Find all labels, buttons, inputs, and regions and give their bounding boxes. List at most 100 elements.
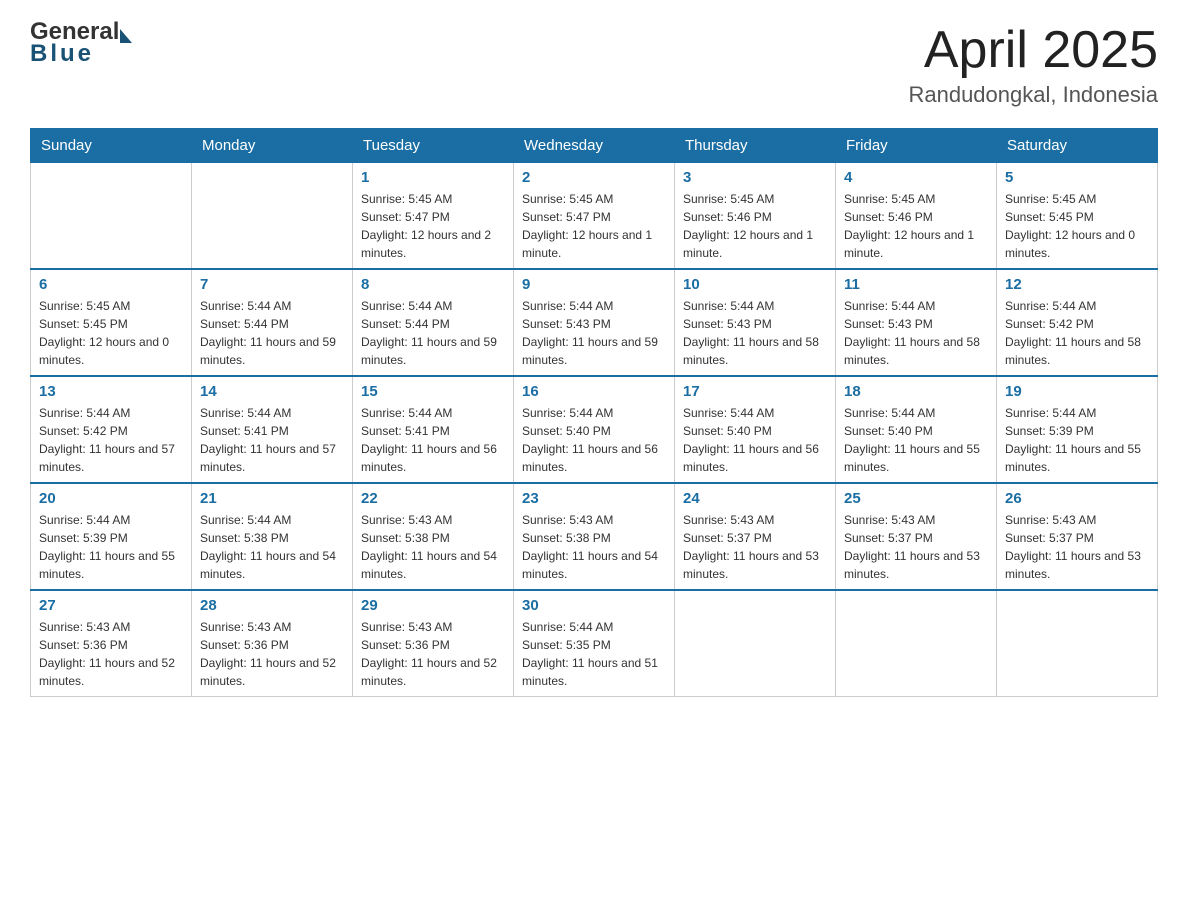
calendar-cell: 11 Sunrise: 5:44 AMSunset: 5:43 PMDayligh… [836, 269, 997, 376]
calendar-cell: 18 Sunrise: 5:44 AMSunset: 5:40 PMDayligh… [836, 376, 997, 483]
day-number: 12 [1005, 276, 1149, 293]
calendar-header-wednesday: Wednesday [514, 129, 675, 163]
day-number: 14 [200, 383, 344, 400]
day-number: 7 [200, 276, 344, 293]
day-number: 26 [1005, 490, 1149, 507]
day-info: Sunrise: 5:44 AMSunset: 5:41 PMDaylight:… [361, 404, 505, 476]
calendar-header-friday: Friday [836, 129, 997, 163]
day-number: 27 [39, 597, 183, 614]
calendar-cell: 17 Sunrise: 5:44 AMSunset: 5:40 PMDayligh… [675, 376, 836, 483]
calendar-cell: 10 Sunrise: 5:44 AMSunset: 5:43 PMDayligh… [675, 269, 836, 376]
calendar-cell: 20Sunrise: 5:44 AMSunset: 5:39 PMDayligh… [31, 483, 192, 590]
day-info: Sunrise: 5:43 AMSunset: 5:36 PMDaylight:… [39, 618, 183, 690]
day-number: 5 [1005, 169, 1149, 186]
day-info: Sunrise: 5:44 AMSunset: 5:44 PMDaylight:… [361, 297, 505, 369]
day-number: 29 [361, 597, 505, 614]
calendar-table: SundayMondayTuesdayWednesdayThursdayFrid… [30, 128, 1158, 697]
day-info: Sunrise: 5:43 AMSunset: 5:37 PMDaylight:… [683, 511, 827, 583]
title-section: April 2025 Randudongkal, Indonesia [908, 20, 1158, 108]
calendar-cell: 1 Sunrise: 5:45 AMSunset: 5:47 PMDaylight… [353, 163, 514, 270]
day-number: 9 [522, 276, 666, 293]
calendar-cell: 23Sunrise: 5:43 AMSunset: 5:38 PMDayligh… [514, 483, 675, 590]
day-number: 17 [683, 383, 827, 400]
day-info: Sunrise: 5:43 AMSunset: 5:37 PMDaylight:… [844, 511, 988, 583]
day-number: 19 [1005, 383, 1149, 400]
day-number: 2 [522, 169, 666, 186]
logo: General Blue [30, 20, 132, 66]
day-info: Sunrise: 5:44 AMSunset: 5:39 PMDaylight:… [39, 511, 183, 583]
calendar-cell: 12 Sunrise: 5:44 AMSunset: 5:42 PMDayligh… [997, 269, 1158, 376]
day-number: 21 [200, 490, 344, 507]
day-number: 6 [39, 276, 183, 293]
calendar-header-saturday: Saturday [997, 129, 1158, 163]
calendar-header-thursday: Thursday [675, 129, 836, 163]
calendar-cell: 8 Sunrise: 5:44 AMSunset: 5:44 PMDaylight… [353, 269, 514, 376]
day-info: Sunrise: 5:43 AMSunset: 5:38 PMDaylight:… [522, 511, 666, 583]
calendar-cell [836, 590, 997, 697]
day-number: 1 [361, 169, 505, 186]
day-info: Sunrise: 5:44 AMSunset: 5:43 PMDaylight:… [844, 297, 988, 369]
calendar-cell: 28 Sunrise: 5:43 AMSunset: 5:36 PMDayligh… [192, 590, 353, 697]
calendar-cell: 14Sunrise: 5:44 AMSunset: 5:41 PMDayligh… [192, 376, 353, 483]
day-number: 4 [844, 169, 988, 186]
calendar-cell: 27 Sunrise: 5:43 AMSunset: 5:36 PMDayligh… [31, 590, 192, 697]
calendar-week-row: 1 Sunrise: 5:45 AMSunset: 5:47 PMDaylight… [31, 163, 1158, 270]
calendar-cell: 26 Sunrise: 5:43 AMSunset: 5:37 PMDayligh… [997, 483, 1158, 590]
calendar-header-tuesday: Tuesday [353, 129, 514, 163]
location-text: Randudongkal, Indonesia [908, 82, 1158, 108]
day-info: Sunrise: 5:44 AMSunset: 5:39 PMDaylight:… [1005, 404, 1149, 476]
calendar-cell [997, 590, 1158, 697]
day-number: 11 [844, 276, 988, 293]
calendar-cell [31, 163, 192, 270]
calendar-cell: 5 Sunrise: 5:45 AMSunset: 5:45 PMDaylight… [997, 163, 1158, 270]
day-number: 8 [361, 276, 505, 293]
day-info: Sunrise: 5:45 AMSunset: 5:45 PMDaylight:… [39, 297, 183, 369]
day-number: 15 [361, 383, 505, 400]
calendar-week-row: 13Sunrise: 5:44 AMSunset: 5:42 PMDayligh… [31, 376, 1158, 483]
day-info: Sunrise: 5:44 AMSunset: 5:42 PMDaylight:… [39, 404, 183, 476]
calendar-cell: 2Sunrise: 5:45 AMSunset: 5:47 PMDaylight… [514, 163, 675, 270]
day-info: Sunrise: 5:45 AMSunset: 5:45 PMDaylight:… [1005, 190, 1149, 262]
calendar-cell: 9Sunrise: 5:44 AMSunset: 5:43 PMDaylight… [514, 269, 675, 376]
day-info: Sunrise: 5:45 AMSunset: 5:46 PMDaylight:… [683, 190, 827, 262]
day-number: 3 [683, 169, 827, 186]
calendar-header-row: SundayMondayTuesdayWednesdayThursdayFrid… [31, 129, 1158, 163]
day-number: 28 [200, 597, 344, 614]
calendar-cell: 3 Sunrise: 5:45 AMSunset: 5:46 PMDaylight… [675, 163, 836, 270]
calendar-cell [192, 163, 353, 270]
logo-arrow-icon [120, 29, 132, 43]
calendar-cell: 15 Sunrise: 5:44 AMSunset: 5:41 PMDayligh… [353, 376, 514, 483]
calendar-cell: 30 Sunrise: 5:44 AMSunset: 5:35 PMDayligh… [514, 590, 675, 697]
logo-blue-text: Blue [30, 42, 94, 66]
day-info: Sunrise: 5:44 AMSunset: 5:40 PMDaylight:… [522, 404, 666, 476]
day-number: 18 [844, 383, 988, 400]
day-info: Sunrise: 5:44 AMSunset: 5:44 PMDaylight:… [200, 297, 344, 369]
calendar-cell: 7 Sunrise: 5:44 AMSunset: 5:44 PMDaylight… [192, 269, 353, 376]
day-number: 10 [683, 276, 827, 293]
day-number: 30 [522, 597, 666, 614]
day-info: Sunrise: 5:44 AMSunset: 5:38 PMDaylight:… [200, 511, 344, 583]
calendar-cell: 25 Sunrise: 5:43 AMSunset: 5:37 PMDayligh… [836, 483, 997, 590]
calendar-cell: 22 Sunrise: 5:43 AMSunset: 5:38 PMDayligh… [353, 483, 514, 590]
day-number: 22 [361, 490, 505, 507]
day-info: Sunrise: 5:44 AMSunset: 5:35 PMDaylight:… [522, 618, 666, 690]
calendar-week-row: 6 Sunrise: 5:45 AMSunset: 5:45 PMDaylight… [31, 269, 1158, 376]
day-info: Sunrise: 5:43 AMSunset: 5:38 PMDaylight:… [361, 511, 505, 583]
day-number: 16 [522, 383, 666, 400]
calendar-cell [675, 590, 836, 697]
calendar-cell: 6 Sunrise: 5:45 AMSunset: 5:45 PMDaylight… [31, 269, 192, 376]
day-info: Sunrise: 5:44 AMSunset: 5:40 PMDaylight:… [844, 404, 988, 476]
calendar-week-row: 27 Sunrise: 5:43 AMSunset: 5:36 PMDayligh… [31, 590, 1158, 697]
calendar-cell: 21 Sunrise: 5:44 AMSunset: 5:38 PMDayligh… [192, 483, 353, 590]
day-info: Sunrise: 5:45 AMSunset: 5:47 PMDaylight:… [361, 190, 505, 262]
day-info: Sunrise: 5:44 AMSunset: 5:43 PMDaylight:… [683, 297, 827, 369]
calendar-header-sunday: Sunday [31, 129, 192, 163]
calendar-header-monday: Monday [192, 129, 353, 163]
day-info: Sunrise: 5:44 AMSunset: 5:40 PMDaylight:… [683, 404, 827, 476]
day-info: Sunrise: 5:43 AMSunset: 5:37 PMDaylight:… [1005, 511, 1149, 583]
day-number: 25 [844, 490, 988, 507]
month-title: April 2025 [908, 20, 1158, 80]
calendar-cell: 16 Sunrise: 5:44 AMSunset: 5:40 PMDayligh… [514, 376, 675, 483]
day-info: Sunrise: 5:44 AMSunset: 5:42 PMDaylight:… [1005, 297, 1149, 369]
day-info: Sunrise: 5:43 AMSunset: 5:36 PMDaylight:… [200, 618, 344, 690]
